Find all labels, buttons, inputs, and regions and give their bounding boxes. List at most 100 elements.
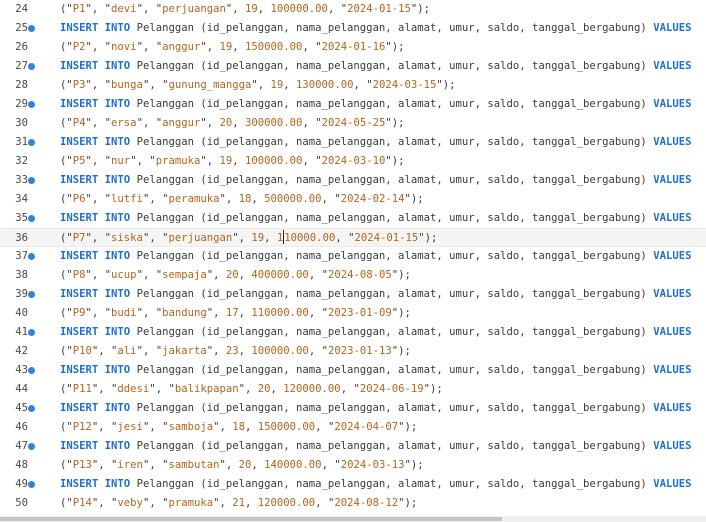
- date-value: 2024-06-19: [359, 383, 424, 395]
- breakpoint-dot-icon[interactable]: [28, 177, 35, 184]
- keyword-values: VALUES: [653, 136, 692, 148]
- name-value: ddesi: [117, 383, 150, 395]
- line-number: 47: [15, 440, 28, 452]
- code-line[interactable]: 39 INSERT INTO Pelanggan (id_pelanggan, n…: [0, 285, 706, 304]
- id-value: P4: [72, 117, 86, 129]
- code-line[interactable]: 50 ("P14", "veby", "pramuka", 21, 120000.…: [0, 494, 706, 513]
- code-line[interactable]: 25 INSERT INTO Pelanggan (id_pelanggan, n…: [0, 19, 706, 38]
- code-line[interactable]: 37 INSERT INTO Pelanggan (id_pelanggan, n…: [0, 247, 706, 266]
- breakpoint-dot-icon[interactable]: [28, 25, 35, 32]
- keyword-values: VALUES: [653, 22, 692, 34]
- horizontal-scrollbar[interactable]: [0, 516, 706, 522]
- code-line[interactable]: 41 INSERT INTO Pelanggan (id_pelanggan, n…: [0, 323, 706, 342]
- breakpoint-dot-icon[interactable]: [28, 443, 35, 450]
- breakpoint-dot-icon[interactable]: [28, 101, 35, 108]
- name-value: nur: [111, 155, 131, 167]
- address-value: sambutan: [168, 459, 220, 471]
- date-value: 2024-01-16: [321, 41, 386, 53]
- keyword-into: INTO: [104, 250, 131, 262]
- id-value: P7: [72, 232, 86, 244]
- code-text: ("P12", "jesi", "samboja", 18, 150000.00…: [60, 421, 418, 433]
- saldo-value: 300000.00: [245, 117, 303, 129]
- code-line[interactable]: 44 ("P11", "ddesi", "balikpapan", 20, 120…: [0, 380, 706, 399]
- id-value: P2: [72, 41, 86, 53]
- code-text: INSERT INTO Pelanggan (id_pelanggan, nam…: [60, 209, 691, 228]
- age-value: 21: [232, 497, 246, 509]
- breakpoint-dot-icon[interactable]: [28, 291, 35, 298]
- code-line[interactable]: 33 INSERT INTO Pelanggan (id_pelanggan, n…: [0, 171, 706, 190]
- code-line[interactable]: 35 INSERT INTO Pelanggan (id_pelanggan, n…: [0, 209, 706, 228]
- code-text: INSERT INTO Pelanggan (id_pelanggan, nam…: [60, 437, 691, 456]
- line-number: 38: [15, 269, 28, 281]
- code-line[interactable]: 48 ("P13", "iren", "sambutan", 20, 140000…: [0, 456, 706, 475]
- breakpoint-dot-icon[interactable]: [28, 63, 35, 70]
- code-line[interactable]: 46 ("P12", "jesi", "samboja", 18, 150000.…: [0, 418, 706, 437]
- code-line[interactable]: 30 ("P4", "ersa", "anggur", 20, 300000.00…: [0, 114, 706, 133]
- breakpoint-dot-icon[interactable]: [28, 253, 35, 260]
- code-line[interactable]: 26 ("P2", "novi", "anggur", 19, 150000.00…: [0, 38, 706, 57]
- name-value: novi: [111, 41, 137, 53]
- saldo-value: 120000.00: [283, 383, 341, 395]
- date-value: 2024-05-25: [321, 117, 386, 129]
- id-value: P13: [72, 459, 92, 471]
- keyword-into: INTO: [104, 98, 131, 110]
- code-line[interactable]: 28 ("P3", "bunga", "gunung_mangga", 19, 1…: [0, 76, 706, 95]
- name-value: ersa: [111, 117, 137, 129]
- code-line[interactable]: 32 ("P5", "nur", "pramuka", 19, 100000.00…: [0, 152, 706, 171]
- keyword-values: VALUES: [653, 250, 692, 262]
- keyword-into: INTO: [104, 212, 131, 224]
- name-value: ali: [117, 345, 137, 357]
- code-line[interactable]: 36 ("P7", "siska", "perjuangan", 19, 1100…: [0, 228, 706, 247]
- code-line[interactable]: 31 INSERT INTO Pelanggan (id_pelanggan, n…: [0, 133, 706, 152]
- name-value: jesi: [117, 421, 143, 433]
- name-value: bunga: [111, 79, 143, 91]
- id-value: P9: [72, 307, 86, 319]
- saldo-value: 100000.00: [245, 155, 303, 167]
- keyword-into: INTO: [104, 402, 131, 414]
- name-value: iren: [117, 459, 143, 471]
- name-value: siska: [111, 232, 143, 244]
- line-number: 46: [15, 421, 28, 433]
- keyword-values: VALUES: [653, 478, 692, 490]
- id-value: P14: [72, 497, 92, 509]
- breakpoint-dot-icon[interactable]: [28, 329, 35, 336]
- code-text: INSERT INTO Pelanggan (id_pelanggan, nam…: [60, 475, 691, 494]
- keyword-into: INTO: [104, 174, 131, 186]
- address-value: samboja: [168, 421, 214, 433]
- code-line[interactable]: 24 ("P1", "devi", "perjuangan", 19, 10000…: [0, 0, 706, 19]
- code-text: ("P7", "siska", "perjuangan", 19, 110000…: [60, 230, 438, 244]
- keyword-values: VALUES: [653, 440, 692, 452]
- age-value: 17: [225, 307, 239, 319]
- keyword-into: INTO: [104, 364, 131, 376]
- keyword-values: VALUES: [653, 288, 692, 300]
- breakpoint-dot-icon[interactable]: [28, 139, 35, 146]
- code-line[interactable]: 38 ("P8", "ucup", "sempaja", 20, 400000.0…: [0, 266, 706, 285]
- breakpoint-dot-icon[interactable]: [28, 405, 35, 412]
- age-value: 20: [225, 269, 239, 281]
- keyword-into: INTO: [104, 136, 131, 148]
- code-line[interactable]: 42 ("P10", "ali", "jakarta", 23, 100000.0…: [0, 342, 706, 361]
- keyword-insert: INSERT: [60, 288, 99, 300]
- code-text: ("P2", "novi", "anggur", 19, 150000.00, …: [60, 41, 405, 53]
- keyword-insert: INSERT: [60, 212, 99, 224]
- breakpoint-dot-icon[interactable]: [28, 481, 35, 488]
- code-line[interactable]: 47 INSERT INTO Pelanggan (id_pelanggan, n…: [0, 437, 706, 456]
- address-value: balikpapan: [174, 383, 239, 395]
- code-line[interactable]: 34 ("P6", "lutfi", "peramuka", 18, 500000…: [0, 190, 706, 209]
- scrollbar-thumb[interactable]: [0, 517, 502, 521]
- code-line[interactable]: 43 INSERT INTO Pelanggan (id_pelanggan, n…: [0, 361, 706, 380]
- date-value: 2024-01-15: [347, 3, 411, 15]
- code-line[interactable]: 27 INSERT INTO Pelanggan (id_pelanggan, n…: [0, 57, 706, 76]
- code-line[interactable]: 49 INSERT INTO Pelanggan (id_pelanggan, n…: [0, 475, 706, 494]
- table-columns: Pelanggan (id_pelanggan, nama_pelanggan,…: [130, 440, 654, 452]
- breakpoint-dot-icon[interactable]: [28, 215, 35, 222]
- saldo-value: 130000.00: [296, 79, 354, 91]
- code-line[interactable]: 40 ("P9", "budi", "bandung", 17, 110000.0…: [0, 304, 706, 323]
- address-value: peramuka: [168, 193, 220, 205]
- address-value: jakarta: [162, 345, 207, 357]
- breakpoint-dot-icon[interactable]: [28, 367, 35, 374]
- code-line[interactable]: 45 INSERT INTO Pelanggan (id_pelanggan, n…: [0, 399, 706, 418]
- code-editor[interactable]: 24 ("P1", "devi", "perjuangan", 19, 10000…: [0, 0, 706, 516]
- age-value: 20: [219, 117, 233, 129]
- code-line[interactable]: 29 INSERT INTO Pelanggan (id_pelanggan, n…: [0, 95, 706, 114]
